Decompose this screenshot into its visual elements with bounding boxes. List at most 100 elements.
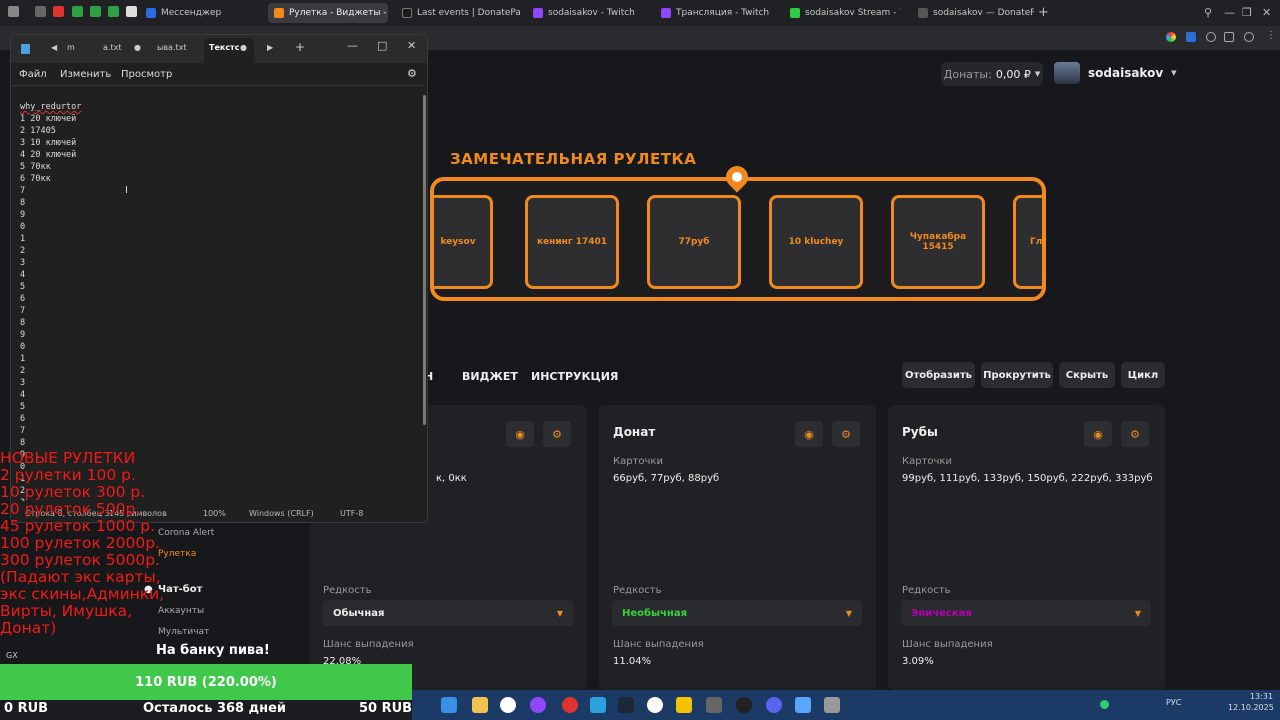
puzzle-icon[interactable]	[1224, 32, 1234, 42]
yandex-icon[interactable]	[647, 697, 663, 713]
maximize-icon[interactable]: □	[377, 39, 387, 52]
cycle-button[interactable]: Цикл	[1121, 362, 1165, 388]
new-tab-button[interactable]: +	[1038, 5, 1049, 20]
sidebar-item-chatbot[interactable]: Чат-бот	[158, 584, 202, 595]
extension-icon[interactable]	[1206, 32, 1216, 42]
browser-tabbar: Мессенджер Рулетка - Виджеты - Don Last …	[0, 0, 1280, 26]
telegram-icon[interactable]	[590, 697, 606, 713]
clock-time[interactable]: 13:31	[1250, 692, 1273, 701]
text-line: 4	[20, 270, 26, 280]
profile-icon[interactable]	[1244, 32, 1254, 42]
maximize-icon[interactable]: ❐	[1242, 6, 1252, 19]
tab-roulette[interactable]: Рулетка - Виджеты - Don	[268, 3, 388, 23]
eye-icon[interactable]: ◉	[795, 421, 823, 447]
kick-icon	[790, 8, 800, 18]
gamepad-icon[interactable]	[35, 6, 46, 17]
text-line: 3	[20, 378, 26, 388]
sheets-icon[interactable]	[108, 6, 119, 17]
tab-twitch[interactable]: sodaisakov - Twitch	[527, 3, 651, 23]
eye-icon[interactable]: ◉	[1084, 421, 1112, 447]
donatepay-icon	[918, 8, 928, 18]
close-icon[interactable]: ✕	[407, 39, 416, 52]
close-icon[interactable]: ✕	[1262, 6, 1271, 19]
menu-edit[interactable]: Изменить	[60, 69, 111, 80]
scroll-right-icon[interactable]: ▶	[267, 43, 273, 52]
promo-line: 300 рулеток 5000р.	[0, 551, 160, 569]
menu-view[interactable]: Просмотр	[121, 69, 172, 80]
gear-icon[interactable]: ⚙	[1121, 421, 1149, 447]
scroll-left-icon[interactable]: ◀	[51, 43, 57, 52]
chevron-down-icon: ▼	[1034, 70, 1041, 78]
text-cursor-icon: I	[125, 185, 128, 196]
search-tabs-icon[interactable]: ⚲	[1204, 6, 1212, 19]
unsaved-dot-icon: ●	[134, 43, 141, 52]
chrome-icon[interactable]	[500, 697, 516, 713]
app-icon[interactable]	[676, 697, 692, 713]
donats-dropdown[interactable]: Донаты: 0,00 ₽ ▼	[941, 62, 1043, 86]
start-icon[interactable]	[441, 697, 457, 713]
sheets-icon[interactable]	[72, 6, 83, 17]
chevron-down-icon: ▼	[845, 608, 852, 618]
rarity-select[interactable]: Необычная ▼	[612, 600, 862, 626]
opera-gx-icon[interactable]	[8, 6, 19, 17]
tab-file[interactable]: Текстс	[209, 43, 239, 52]
tab-watch[interactable]: sodaisakov Stream - Wat	[784, 3, 900, 23]
steam-icon[interactable]	[618, 697, 634, 713]
rarity-select[interactable]: Эпическая ▼	[901, 600, 1151, 626]
tab-last-events[interactable]: Last events | DonatePay	[396, 3, 520, 23]
tab-messenger[interactable]: Мессенджер	[140, 3, 258, 23]
text-line: 9	[20, 210, 26, 220]
text-line: 1	[20, 354, 26, 364]
user-menu[interactable]: sodaisakov ▼	[1054, 62, 1177, 84]
minimize-icon[interactable]: —	[1224, 6, 1235, 19]
tab-file[interactable]: a.txt	[103, 43, 121, 52]
tab-file[interactable]: m	[67, 43, 75, 52]
promo-line: Донат)	[0, 619, 57, 637]
more-icon[interactable]: ⋮	[1266, 30, 1276, 41]
spin-button[interactable]: Прокрутить	[981, 362, 1053, 388]
gear-icon[interactable]: ⚙	[543, 421, 571, 447]
menu-file[interactable]: Файл	[19, 69, 47, 80]
gear-icon[interactable]: ⚙	[832, 421, 860, 447]
rarity-select[interactable]: Обычная ▼	[323, 600, 573, 626]
tab-donatepay[interactable]: sodaisakov — DonatePay	[912, 3, 1034, 23]
gear-icon[interactable]: ⚙	[407, 67, 417, 80]
sidebar-item-corona-alert[interactable]: Corona Alert	[158, 528, 214, 538]
sheets-icon[interactable]	[90, 6, 101, 17]
discord-icon[interactable]	[766, 697, 782, 713]
prize-panel: Донат ◉ ⚙ Карточки 66руб, 77руб, 88руб Р…	[599, 405, 876, 690]
extension-icon[interactable]	[1166, 32, 1176, 42]
app-icon[interactable]	[530, 697, 546, 713]
promo-line: 45 рулеток 1000 р.	[0, 517, 156, 535]
obs-icon[interactable]	[736, 697, 752, 713]
new-tab-icon[interactable]: +	[295, 40, 305, 54]
tab-file[interactable]: ыва.txt	[157, 43, 186, 52]
clock-date[interactable]: 12.10.2025	[1228, 703, 1274, 712]
text-line: 1	[20, 234, 26, 244]
doc-icon[interactable]	[126, 6, 137, 17]
opera-icon[interactable]	[562, 697, 578, 713]
tab-widget[interactable]: ВИДЖЕТ	[462, 370, 518, 383]
notepad-text-area[interactable]: why_redurtor 1 20 ключей 2 17405 3 10 ключе…	[11, 95, 415, 501]
language-indicator[interactable]: РУС	[1166, 698, 1181, 707]
tray-icon[interactable]	[1100, 700, 1109, 709]
tab-instruction[interactable]: ИНСТРУКЦИЯ	[531, 370, 618, 383]
text-line: 7	[20, 186, 26, 196]
eye-icon[interactable]: ◉	[506, 421, 534, 447]
gear-icon[interactable]	[706, 697, 722, 713]
sidebar-item-multichat[interactable]: Мультичат	[158, 627, 209, 637]
notepad-icon[interactable]	[795, 697, 811, 713]
hide-button[interactable]: Скрыть	[1059, 362, 1115, 388]
tab-stream[interactable]: Трансляция - Twitch	[655, 3, 779, 23]
text-line: 8	[20, 438, 26, 448]
app-icon[interactable]	[824, 697, 840, 713]
vk-icon[interactable]	[1186, 32, 1196, 42]
text-line: 1 20 ключей	[20, 114, 77, 124]
show-button[interactable]: Отобразить	[902, 362, 975, 388]
vertical-scrollbar[interactable]	[423, 95, 426, 425]
minimize-icon[interactable]: —	[347, 39, 358, 52]
sidebar-item-accounts[interactable]: Аккаунты	[158, 606, 204, 616]
explorer-icon[interactable]	[472, 697, 488, 713]
sidebar-item-roulette[interactable]: Рулетка	[158, 549, 196, 559]
opera-icon[interactable]	[53, 6, 64, 17]
